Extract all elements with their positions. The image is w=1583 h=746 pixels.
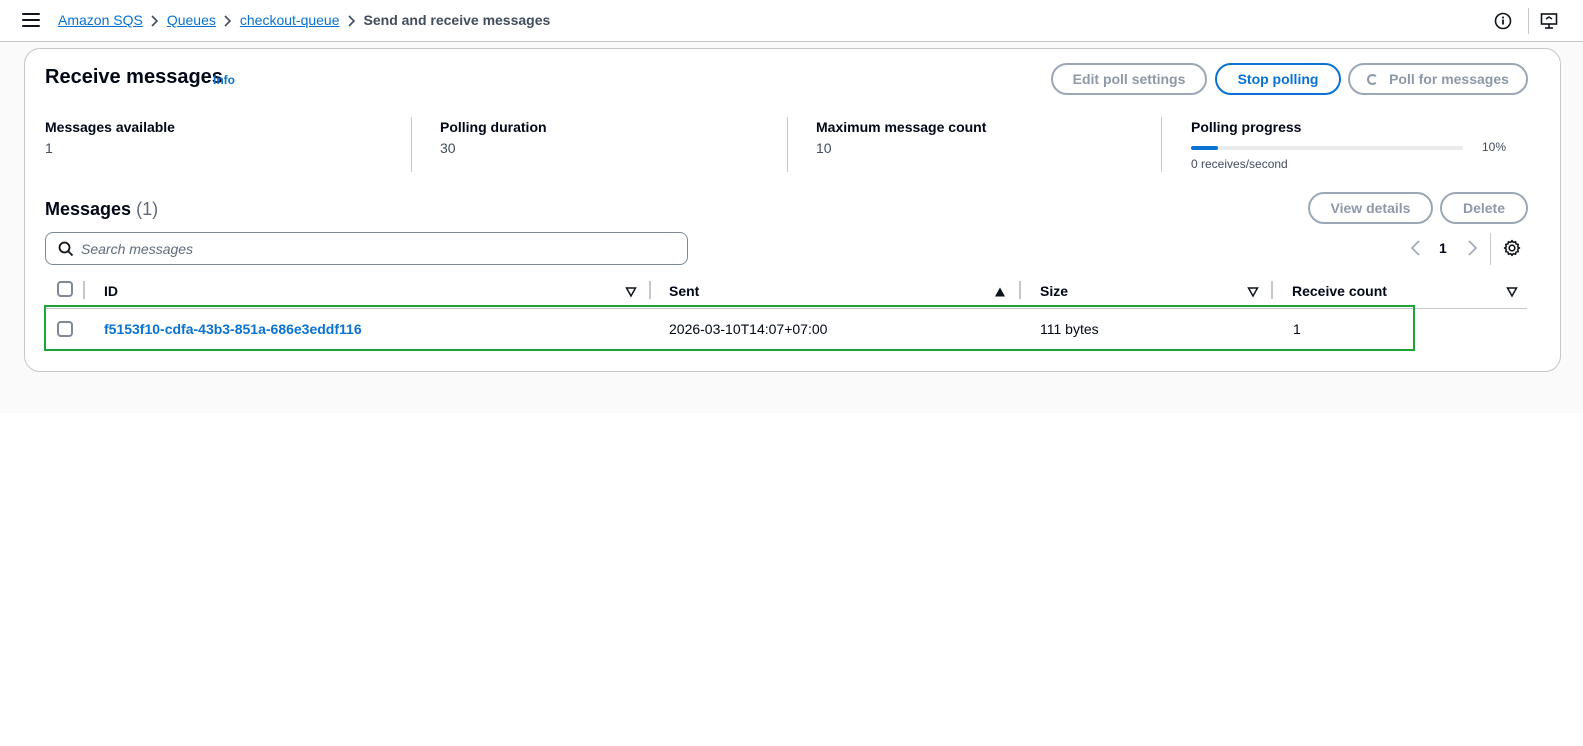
- sort-icon[interactable]: [1247, 286, 1259, 298]
- poll-for-messages-label: Poll for messages: [1389, 71, 1509, 87]
- edit-poll-settings-button[interactable]: Edit poll settings: [1051, 63, 1207, 95]
- progress-percent: 10%: [1482, 140, 1507, 154]
- progress-fill: [1191, 146, 1219, 150]
- stat-messages-available: Messages available 1: [45, 119, 175, 156]
- info-link[interactable]: Info: [213, 73, 235, 87]
- stat-label: Polling duration: [440, 119, 547, 135]
- column-separator: [1019, 281, 1021, 299]
- message-size: 111 bytes: [1040, 321, 1099, 337]
- row-checkbox[interactable]: [57, 321, 73, 337]
- column-separator: [1271, 281, 1273, 299]
- search-input[interactable]: [81, 233, 671, 264]
- breadcrumb-checkout-queue[interactable]: checkout-queue: [240, 12, 340, 28]
- stat-label: Maximum message count: [816, 119, 987, 135]
- stat-divider: [411, 117, 412, 172]
- delete-button[interactable]: Delete: [1440, 192, 1528, 224]
- chevron-right-icon: [216, 12, 240, 28]
- stat-polling-progress: Polling progress: [1191, 119, 1301, 135]
- feedback-icon[interactable]: [1540, 12, 1558, 30]
- sort-icon[interactable]: [1506, 286, 1518, 298]
- messages-title-label: Messages: [45, 199, 132, 219]
- breadcrumb-current: Send and receive messages: [363, 12, 551, 28]
- receive-messages-panel: Receive messages Info Edit poll settings…: [24, 48, 1561, 372]
- stop-polling-button[interactable]: Stop polling: [1215, 63, 1341, 95]
- stat-divider: [1161, 117, 1162, 172]
- chevron-left-icon[interactable]: [1409, 239, 1423, 257]
- column-header-sent[interactable]: Sent: [669, 283, 699, 299]
- pager-divider: [1490, 233, 1491, 265]
- messages-count: (1): [136, 199, 159, 219]
- stat-divider: [787, 117, 788, 172]
- breadcrumb-queues[interactable]: Queues: [167, 12, 216, 28]
- top-divider: [1528, 8, 1529, 34]
- menu-icon[interactable]: [22, 13, 40, 29]
- sort-icon[interactable]: [625, 286, 637, 298]
- breadcrumb-amazon-sqs[interactable]: Amazon SQS: [58, 12, 143, 28]
- stat-max-message-count: Maximum message count 10: [816, 119, 986, 156]
- search-box: [45, 232, 688, 265]
- column-separator: [83, 281, 85, 299]
- chevron-right-icon[interactable]: [1465, 239, 1479, 257]
- column-header-id[interactable]: ID: [104, 283, 118, 299]
- stat-label: Messages available: [45, 119, 175, 135]
- stat-value: 30: [440, 140, 456, 156]
- message-id-link[interactable]: f5153f10-cdfa-43b3-851a-686e3eddf116: [104, 321, 362, 337]
- panel-title: Receive messages: [45, 66, 223, 88]
- chevron-right-icon: [143, 12, 167, 28]
- gear-icon[interactable]: [1503, 239, 1521, 257]
- stat-polling-duration: Polling duration 30: [440, 119, 547, 156]
- table-header: ID Sent Size Receive count: [45, 275, 1527, 309]
- search-icon: [58, 241, 74, 257]
- message-sent: 2026-03-10T14:07+07:00: [669, 321, 828, 337]
- view-details-button[interactable]: View details: [1308, 192, 1433, 224]
- spinner-icon: [1367, 73, 1379, 85]
- page-number[interactable]: 1: [1439, 240, 1447, 256]
- stat-value: 10: [816, 140, 832, 156]
- poll-for-messages-button[interactable]: Poll for messages: [1348, 63, 1528, 95]
- progress-rate: 0 receives/second: [1191, 157, 1288, 171]
- column-separator: [649, 281, 651, 299]
- top-navigation: Amazon SQS Queues checkout-queue Send an…: [0, 0, 1583, 42]
- progress-bar: [1191, 146, 1463, 150]
- column-header-receive-count[interactable]: Receive count: [1292, 283, 1387, 299]
- stat-value: 1: [45, 140, 53, 156]
- select-all-checkbox[interactable]: [57, 281, 73, 297]
- chevron-right-icon: [340, 12, 364, 28]
- info-icon[interactable]: [1494, 12, 1512, 30]
- messages-title: Messages (1): [45, 199, 158, 220]
- table-row[interactable]: f5153f10-cdfa-43b3-851a-686e3eddf116 202…: [45, 309, 1527, 349]
- breadcrumb: Amazon SQS Queues checkout-queue Send an…: [58, 12, 550, 28]
- message-receive-count: 1: [1293, 321, 1301, 337]
- stat-label: Polling progress: [1191, 119, 1302, 135]
- sort-ascending-icon[interactable]: [994, 286, 1006, 298]
- column-header-size[interactable]: Size: [1040, 283, 1068, 299]
